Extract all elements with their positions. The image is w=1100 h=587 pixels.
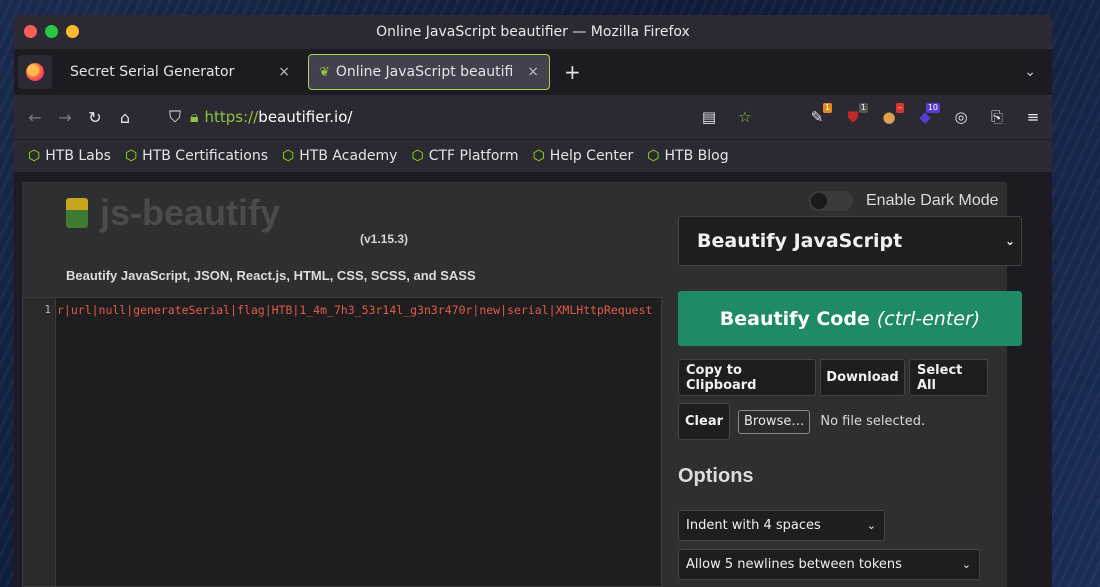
tab-label: Online JavaScript beautifi: [335, 64, 514, 80]
chevron-down-icon: ⌄: [961, 558, 971, 571]
new-tab-button[interactable]: +: [564, 60, 581, 84]
htb-cube-icon: ⬡: [647, 148, 660, 164]
menu-hamburger-icon[interactable]: ≡: [1020, 104, 1046, 130]
line-number: 1: [44, 303, 51, 316]
list-all-tabs-button[interactable]: ⌄: [1024, 64, 1036, 80]
file-status: No file selected.: [820, 414, 926, 429]
window-controls: [24, 25, 79, 38]
bookmark-help-center[interactable]: ⬡ Help Center: [533, 148, 634, 164]
tab-close-icon[interactable]: ×: [278, 64, 290, 80]
tracking-shield-icon[interactable]: ⛉: [160, 107, 190, 127]
action-buttons-row: Copy to Clipboard Download Select All: [678, 359, 988, 396]
reload-icon[interactable]: ↻: [80, 108, 110, 127]
extension-blocked-icon[interactable]: ● –: [876, 103, 904, 130]
beautifier-favicon-icon: ❦: [319, 64, 330, 80]
site-header: js-beautify: [66, 192, 280, 234]
select-all-button[interactable]: Select All: [909, 359, 988, 396]
close-window-button[interactable]: [24, 25, 37, 38]
maximize-window-button[interactable]: [45, 25, 58, 38]
options-heading: Options: [678, 465, 754, 487]
minimize-window-button[interactable]: [66, 25, 79, 38]
line-gutter: 1: [23, 298, 56, 586]
code-editor[interactable]: 1 r|url|null|generateSerial|flag|HTB|1_4…: [22, 297, 662, 587]
newlines-select[interactable]: Allow 5 newlines between tokens ⌄: [678, 549, 980, 580]
chevron-down-icon: ⌄: [866, 519, 876, 532]
ublock-origin-icon[interactable]: ⛊ 1: [840, 103, 868, 130]
htb-cube-icon: ⬡: [532, 148, 545, 164]
file-row: Clear Browse… No file selected.: [678, 403, 925, 440]
dark-mode-label: Enable Dark Mode: [866, 192, 999, 209]
htb-cube-icon: ⬡: [411, 148, 424, 164]
download-button[interactable]: Download: [820, 359, 905, 396]
bookmark-htb-certifications[interactable]: ⬡ HTB Certifications: [125, 148, 268, 164]
back-arrow-icon[interactable]: ←: [20, 108, 50, 127]
bookmark-htb-blog[interactable]: ⬡ HTB Blog: [647, 148, 728, 164]
tab-close-icon[interactable]: ×: [527, 64, 539, 80]
beautify-label: Beautify Code: [719, 307, 870, 330]
version-label: (v1.15.3): [360, 232, 409, 246]
site-subtitle: Beautify JavaScript, JSON, React.js, HTM…: [66, 268, 476, 283]
tab-online-javascript-beautifier[interactable]: ❦ Online JavaScript beautifi ×: [308, 54, 550, 90]
htb-cube-icon: ⬡: [282, 148, 295, 164]
browse-file-button[interactable]: Browse…: [738, 409, 811, 434]
url-text: https://beautifier.io/: [204, 108, 353, 126]
switch-knob: [811, 193, 827, 209]
dark-mode-toggle[interactable]: Enable Dark Mode: [809, 191, 999, 211]
indent-select[interactable]: Indent with 4 spaces ⌄: [678, 510, 885, 541]
extension-1-icon[interactable]: ✎ 1: [804, 103, 832, 130]
bookmark-htb-labs[interactable]: ⬡ HTB Labs: [28, 148, 111, 164]
firefox-view-button[interactable]: [18, 55, 52, 89]
home-icon[interactable]: ⌂: [110, 108, 140, 127]
page-viewport: js-beautify (v1.15.3) Beautify JavaScrip…: [14, 172, 1052, 587]
clear-button[interactable]: Clear: [678, 403, 730, 440]
reader-view-icon[interactable]: ▤: [696, 104, 722, 130]
copy-to-clipboard-button[interactable]: Copy to Clipboard: [678, 359, 816, 396]
navigation-toolbar: ← → ↻ ⌂ ⛉ 🔒︎ https://beautifier.io/ ▤ ☆ …: [14, 95, 1052, 139]
tab-bar: Secret Serial Generator × ❦ Online JavaS…: [14, 49, 1052, 95]
beautify-shortcut: (ctrl-enter): [876, 307, 981, 330]
firefox-icon: [26, 63, 44, 81]
tulip-logo-icon: [66, 198, 88, 228]
lock-icon[interactable]: 🔒︎: [190, 107, 199, 127]
dark-mode-switch[interactable]: [809, 191, 853, 211]
tab-label: Secret Serial Generator: [70, 64, 235, 80]
url-bar[interactable]: ⛉ 🔒︎ https://beautifier.io/: [160, 107, 352, 127]
forward-arrow-icon[interactable]: →: [50, 108, 80, 127]
tab-secret-serial-generator[interactable]: Secret Serial Generator ×: [60, 54, 300, 90]
indent-select-value: Indent with 4 spaces: [686, 518, 821, 533]
title-bar: Online JavaScript beautifier — Mozilla F…: [14, 15, 1052, 49]
htb-cube-icon: ⬡: [124, 148, 138, 164]
language-select[interactable]: Beautify JavaScript ⌄: [678, 216, 1022, 266]
chevron-down-icon: ⌄: [1004, 234, 1015, 248]
bookmark-star-icon[interactable]: ☆: [732, 104, 758, 130]
bookmark-ctf-platform[interactable]: ⬡ CTF Platform: [411, 148, 518, 164]
window-title: Online JavaScript beautifier — Mozilla F…: [376, 24, 690, 40]
bookmark-htb-academy[interactable]: ⬡ HTB Academy: [282, 148, 397, 164]
extension-10-icon[interactable]: ◆ 10: [912, 103, 940, 130]
bookmarks-toolbar: ⬡ HTB Labs ⬡ HTB Certifications ⬡ HTB Acade…: [14, 139, 1052, 172]
language-select-value: Beautify JavaScript: [697, 230, 903, 252]
beautify-code-button[interactable]: Beautify Code (ctrl-enter): [678, 291, 1022, 346]
toolbar-right: ▤ ☆ ✎ 1 ⛊ 1 ● – ◆ 10 ◎ ⎘ ≡: [696, 103, 1046, 130]
cookie-icon[interactable]: ◎: [948, 104, 974, 130]
htb-cube-icon: ⬡: [28, 148, 41, 164]
code-line[interactable]: r|url|null|generateSerial|flag|HTB|1_4m_…: [57, 303, 657, 317]
browser-window: Online JavaScript beautifier — Mozilla F…: [14, 15, 1052, 587]
newlines-select-value: Allow 5 newlines between tokens: [686, 557, 902, 572]
extensions-puzzle-icon[interactable]: ⎘: [984, 104, 1010, 130]
beautifier-page: js-beautify (v1.15.3) Beautify JavaScrip…: [22, 182, 1022, 587]
site-logo-text: js-beautify: [100, 192, 281, 233]
